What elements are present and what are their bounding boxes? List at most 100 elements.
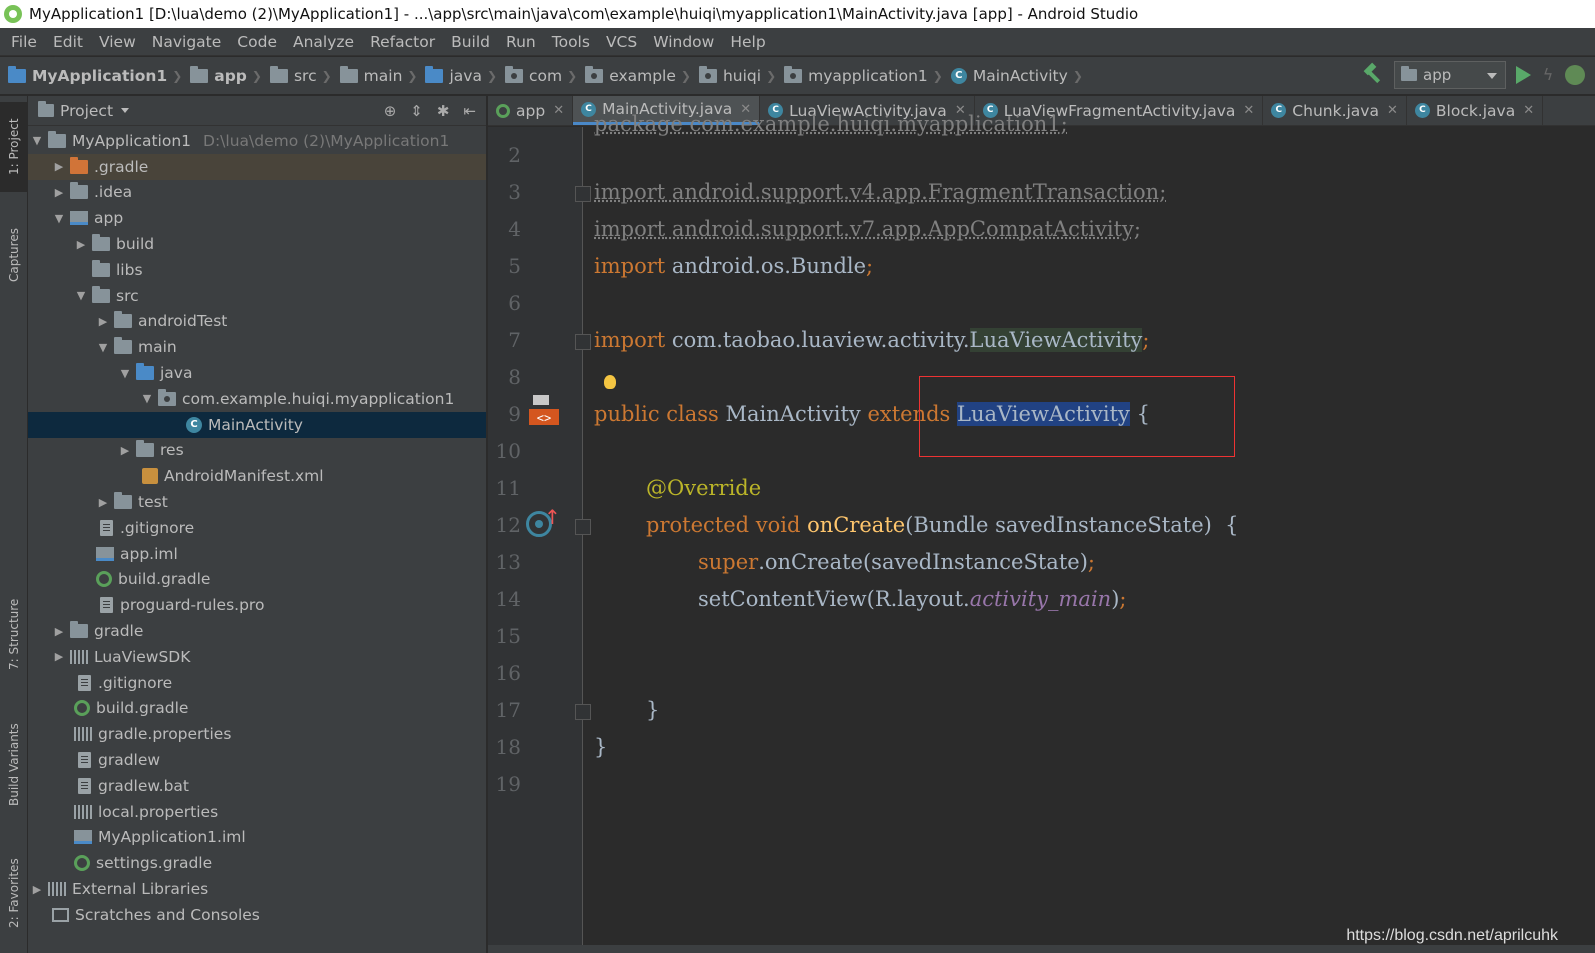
expanded-arrow-icon[interactable]: ▼ bbox=[30, 134, 44, 147]
collapsed-arrow-icon[interactable]: ▶ bbox=[74, 238, 88, 251]
window-title: MyApplication1 [D:\lua\demo (2)\MyApplic… bbox=[29, 5, 1139, 23]
tree-item-app-build-gradle[interactable]: build.gradle bbox=[28, 567, 486, 593]
tab-block-java[interactable]: C Block.java ✕ bbox=[1407, 96, 1544, 125]
make-project-hammer-icon[interactable] bbox=[1362, 64, 1384, 86]
menu-help[interactable]: Help bbox=[722, 33, 773, 51]
menu-tools[interactable]: Tools bbox=[544, 33, 598, 51]
run-play-icon[interactable] bbox=[1516, 66, 1531, 84]
collapsed-arrow-icon[interactable]: ▶ bbox=[30, 883, 44, 896]
tree-label: androidTest bbox=[138, 312, 228, 331]
tree-item-androidtest[interactable]: ▶ androidTest bbox=[28, 309, 486, 335]
tree-item-java[interactable]: ▼ java bbox=[28, 360, 486, 386]
breadcrumb-java[interactable]: java ❯ bbox=[417, 65, 497, 85]
tree-item-app[interactable]: ▼ app bbox=[28, 205, 486, 231]
close-icon[interactable]: ✕ bbox=[553, 103, 564, 118]
apply-changes-icon[interactable]: ϟ bbox=[1541, 65, 1555, 85]
tree-item-settings-gradle[interactable]: settings.gradle bbox=[28, 850, 486, 876]
hide-panel-icon[interactable]: ⇤ bbox=[463, 102, 476, 120]
collapsed-arrow-icon[interactable]: ▶ bbox=[52, 650, 66, 663]
tree-root-path: D:\lua\demo (2)\MyApplication1 bbox=[203, 131, 450, 150]
menu-edit[interactable]: Edit bbox=[45, 33, 91, 51]
breadcrumb-app[interactable]: app ❯ bbox=[182, 65, 262, 85]
menu-window[interactable]: Window bbox=[645, 33, 722, 51]
code-text-area[interactable]: package com.example.huiqi.myapplication1… bbox=[584, 112, 1595, 953]
intention-bulb-icon[interactable] bbox=[604, 375, 616, 389]
tree-item-idea[interactable]: ▶ .idea bbox=[28, 180, 486, 206]
breadcrumb-huiqi[interactable]: huiqi ❯ bbox=[691, 65, 776, 85]
collapsed-arrow-icon[interactable]: ▶ bbox=[52, 186, 66, 199]
collapsed-arrow-icon[interactable]: ▶ bbox=[96, 315, 110, 328]
tree-item-myapplication1-iml[interactable]: MyApplication1.iml bbox=[28, 825, 486, 851]
tree-item-test[interactable]: ▶ test bbox=[28, 489, 486, 515]
menu-run[interactable]: Run bbox=[498, 33, 544, 51]
menu-code[interactable]: Code bbox=[229, 33, 285, 51]
tool-tab-favorites[interactable]: 2: Favorites bbox=[0, 848, 28, 938]
breadcrumb-mainactivity[interactable]: C MainActivity ❯ bbox=[943, 67, 1083, 85]
tab-chunk-java[interactable]: C Chunk.java ✕ bbox=[1263, 96, 1407, 125]
scroll-from-source-icon[interactable]: ⊕ bbox=[384, 102, 397, 120]
tool-tab-captures[interactable]: Captures bbox=[0, 212, 28, 298]
breadcrumb-project[interactable]: MyApplication1 ❯ bbox=[0, 65, 182, 85]
tree-item-libs[interactable]: libs bbox=[28, 257, 486, 283]
tree-item-luaviewsdk[interactable]: ▶ LuaViewSDK bbox=[28, 644, 486, 670]
tree-item-gradle[interactable]: ▶ gradle bbox=[28, 618, 486, 644]
menu-vcs[interactable]: VCS bbox=[598, 33, 645, 51]
expanded-arrow-icon[interactable]: ▼ bbox=[74, 289, 88, 302]
tree-item-root[interactable]: ▼ MyApplication1 D:\lua\demo (2)\MyApplica… bbox=[28, 128, 486, 154]
gear-icon[interactable]: ✱ bbox=[437, 102, 450, 120]
tree-item-root-gitignore[interactable]: .gitignore bbox=[28, 670, 486, 696]
menu-analyze[interactable]: Analyze bbox=[285, 33, 362, 51]
tree-item-proguard[interactable]: proguard-rules.pro bbox=[28, 592, 486, 618]
tree-item-gradlew[interactable]: gradlew bbox=[28, 747, 486, 773]
collapsed-arrow-icon[interactable]: ▶ bbox=[52, 625, 66, 638]
menu-refactor[interactable]: Refactor bbox=[362, 33, 443, 51]
chevron-down-icon[interactable] bbox=[121, 108, 130, 113]
tree-item-res[interactable]: ▶ res bbox=[28, 438, 486, 464]
tool-tab-structure[interactable]: 7: Structure bbox=[0, 584, 28, 684]
menu-view[interactable]: View bbox=[91, 33, 144, 51]
implemented-class-icon[interactable]: <> bbox=[527, 393, 561, 427]
expanded-arrow-icon[interactable]: ▼ bbox=[118, 367, 132, 380]
close-icon[interactable]: ✕ bbox=[1523, 103, 1534, 118]
breadcrumb-myapplication1[interactable]: myapplication1 ❯ bbox=[776, 65, 943, 85]
project-view-selector[interactable]: Project bbox=[60, 102, 113, 120]
horizontal-scrollbar[interactable] bbox=[488, 945, 1595, 953]
collapsed-arrow-icon[interactable]: ▶ bbox=[52, 160, 66, 173]
tree-item-scratches[interactable]: Scratches and Consoles bbox=[28, 902, 486, 928]
breadcrumb-main[interactable]: main ❯ bbox=[332, 65, 417, 85]
debug-bug-icon[interactable] bbox=[1565, 65, 1585, 85]
tree-item-dot-gradle[interactable]: ▶ .gradle bbox=[28, 153, 486, 180]
tool-tab-build-variants[interactable]: Build Variants bbox=[0, 710, 28, 820]
breadcrumb-example[interactable]: example ❯ bbox=[577, 65, 691, 85]
tree-item-gradlew-bat[interactable]: gradlew.bat bbox=[28, 773, 486, 799]
editor-gutter[interactable]: 2 3 4 5 6 7 8 9 10 11 12 13 14 15 16 17 … bbox=[488, 127, 591, 953]
tool-tab-project[interactable]: 1: Project bbox=[0, 102, 28, 192]
tree-item-main[interactable]: ▼ main bbox=[28, 334, 486, 360]
tree-item-root-build-gradle[interactable]: build.gradle bbox=[28, 696, 486, 722]
menu-file[interactable]: File bbox=[3, 33, 45, 51]
tree-item-app-gitignore[interactable]: .gitignore bbox=[28, 515, 486, 541]
menu-build[interactable]: Build bbox=[443, 33, 498, 51]
tree-item-src[interactable]: ▼ src bbox=[28, 283, 486, 309]
collapse-all-icon[interactable]: ⇕ bbox=[410, 102, 423, 120]
expanded-arrow-icon[interactable]: ▼ bbox=[140, 392, 154, 405]
tree-item-gradle-properties[interactable]: gradle.properties bbox=[28, 721, 486, 747]
expanded-arrow-icon[interactable]: ▼ bbox=[52, 212, 66, 225]
close-icon[interactable]: ✕ bbox=[1387, 103, 1398, 118]
breadcrumb-src[interactable]: src ❯ bbox=[262, 65, 332, 85]
expanded-arrow-icon[interactable]: ▼ bbox=[96, 341, 110, 354]
close-icon[interactable]: ✕ bbox=[1243, 103, 1254, 118]
tree-item-package[interactable]: ▼ com.example.huiqi.myapplication1 bbox=[28, 386, 486, 412]
tree-item-app-iml[interactable]: app.iml bbox=[28, 541, 486, 567]
tree-item-mainactivity[interactable]: C MainActivity bbox=[28, 411, 486, 438]
tree-item-external-libraries[interactable]: ▶ External Libraries bbox=[28, 876, 486, 902]
collapsed-arrow-icon[interactable]: ▶ bbox=[96, 496, 110, 509]
run-configuration-select[interactable]: app bbox=[1394, 61, 1506, 89]
menu-navigate[interactable]: Navigate bbox=[144, 33, 230, 51]
tree-item-androidmanifest[interactable]: AndroidManifest.xml bbox=[28, 463, 486, 489]
tree-item-local-properties[interactable]: local.properties bbox=[28, 799, 486, 825]
tab-app[interactable]: app ✕ bbox=[488, 96, 574, 125]
collapsed-arrow-icon[interactable]: ▶ bbox=[118, 444, 132, 457]
tree-item-build[interactable]: ▶ build bbox=[28, 231, 486, 257]
breadcrumb-com[interactable]: com ❯ bbox=[497, 65, 577, 85]
